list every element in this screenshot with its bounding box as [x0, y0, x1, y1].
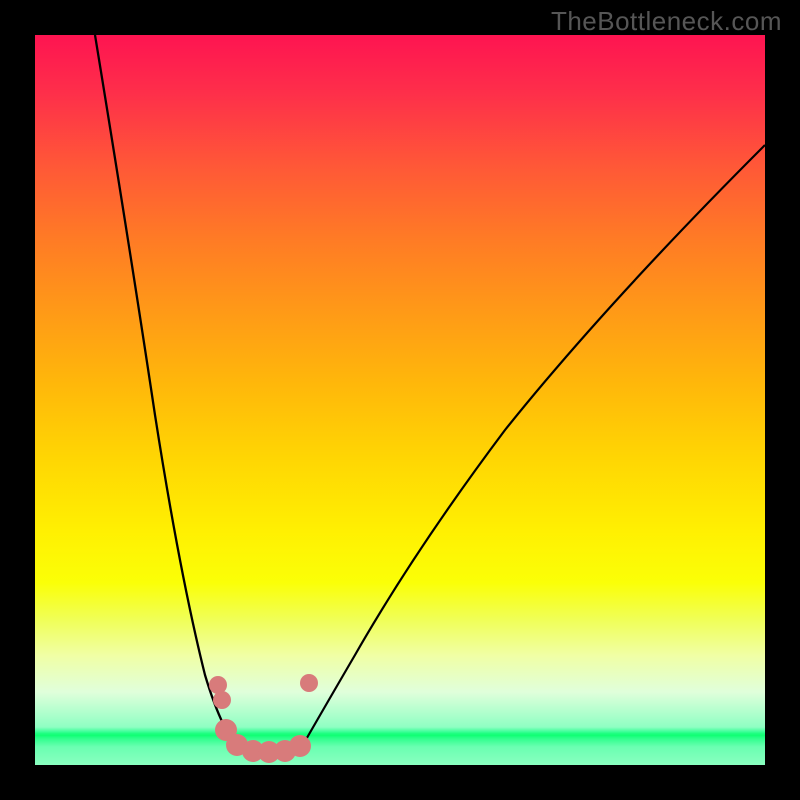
- curve-overlay: [35, 35, 765, 765]
- chart-container: TheBottleneck.com: [0, 0, 800, 800]
- right-curve: [300, 145, 765, 750]
- dot: [289, 735, 311, 757]
- watermark-text: TheBottleneck.com: [551, 6, 782, 37]
- dot: [300, 674, 318, 692]
- dot-cluster: [209, 674, 318, 763]
- dot: [213, 691, 231, 709]
- plot-area: [35, 35, 765, 765]
- left-curve: [95, 35, 242, 751]
